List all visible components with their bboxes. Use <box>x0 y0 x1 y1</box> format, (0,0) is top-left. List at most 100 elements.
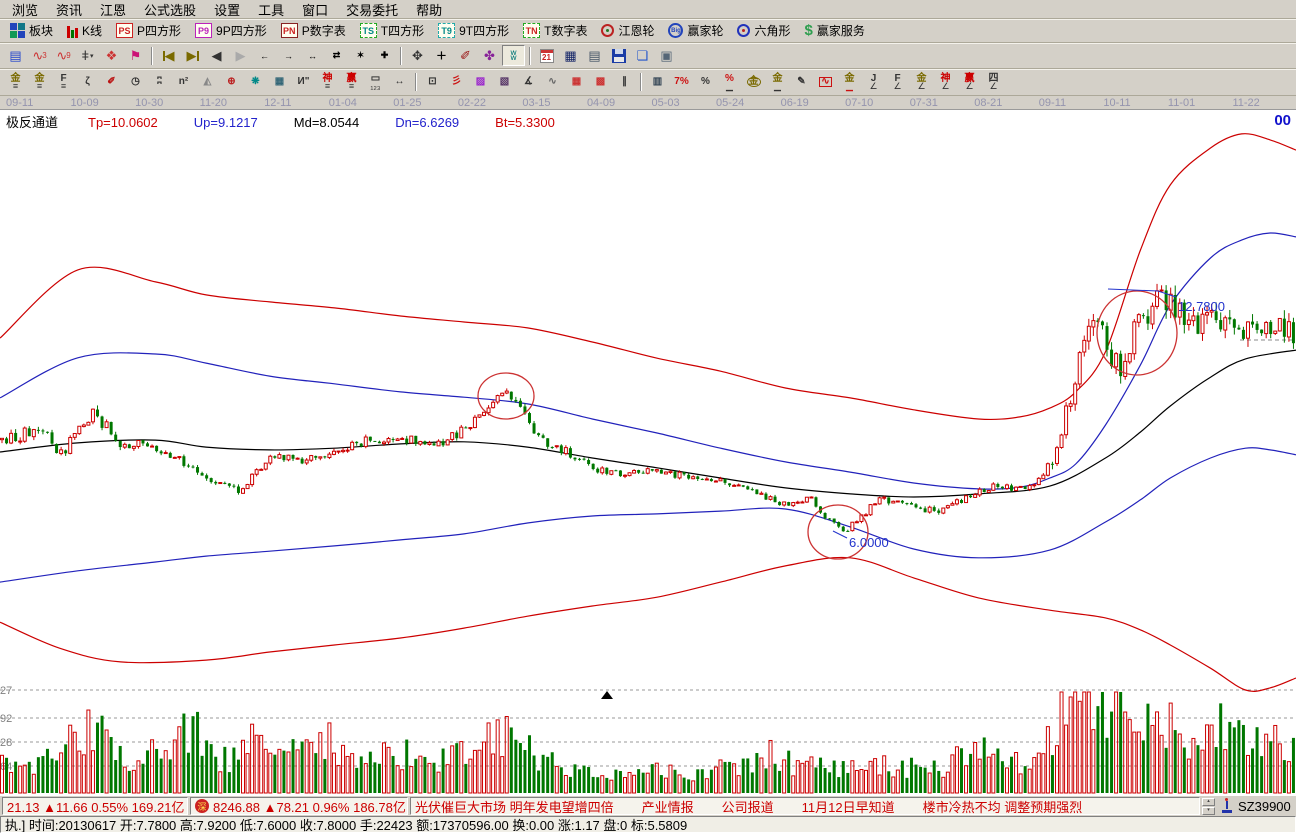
angle-f-icon[interactable]: F∠ <box>886 72 909 93</box>
menu-item-7[interactable]: 窗口 <box>293 0 337 20</box>
menu-item-5[interactable]: 设置 <box>205 0 249 20</box>
kline-chart[interactable]: 2792286412.78006.0000 <box>0 110 1296 795</box>
angle-si-icon[interactable]: 四∠ <box>982 72 1005 93</box>
angle-j-icon[interactable]: J∠ <box>862 72 885 93</box>
angle-line-icon[interactable]: ∡ <box>517 72 540 93</box>
menu-item-4[interactable]: 公式选股 <box>135 0 205 20</box>
price-panel-icon[interactable]: ▥ <box>646 72 669 93</box>
n-wave-icon[interactable]: И" <box>292 72 315 93</box>
pattern-search-icon[interactable]: ❖ <box>100 45 123 66</box>
zoom-out-x-icon[interactable]: ↔ <box>301 45 324 66</box>
percent-line-icon[interactable]: %▁ <box>718 72 741 93</box>
news-link[interactable]: 光伏催巨大市场 明年发电望增四倍 <box>415 797 614 815</box>
calendar-icon[interactable]: 21 <box>535 45 558 66</box>
gann-grid-icon[interactable]: ▦ <box>565 72 588 93</box>
golden-section-2-icon[interactable]: 金≡ <box>28 72 51 93</box>
menu-item-8[interactable]: 交易委托 <box>337 0 407 20</box>
brush-icon[interactable]: ✐ <box>100 72 123 93</box>
drag-hand-icon[interactable]: ✥ <box>406 45 429 66</box>
span-arrow-icon[interactable]: ↔ <box>388 72 411 93</box>
news-link[interactable]: 11月12日早知道 <box>802 797 895 815</box>
menu-item-9[interactable]: 帮助 <box>407 0 451 20</box>
info-panel-icon[interactable]: ▤ <box>4 45 27 66</box>
next-page-icon[interactable]: ▶ <box>229 45 252 66</box>
ying-ruler-icon[interactable]: 赢≡ <box>340 72 363 93</box>
spinner-up-button[interactable]: ▴ <box>1202 798 1215 806</box>
gann-wheel-icon <box>601 24 614 37</box>
zoom-in-x-icon[interactable]: ⇄ <box>325 45 348 66</box>
angle-gold-icon[interactable]: 金∠ <box>910 72 933 93</box>
zoom-fit-icon[interactable]: ✚ <box>373 45 396 66</box>
svg-text:92: 92 <box>0 713 12 725</box>
menu-item-3[interactable]: 江恩 <box>91 0 135 20</box>
calculator-icon[interactable]: ▦ <box>559 45 582 66</box>
news-link[interactable]: 产业情报 <box>642 797 694 815</box>
toolbar-button-winner-wheel[interactable]: Big赢家轮 <box>663 20 728 41</box>
fan-box-icon[interactable]: ▨ <box>469 72 492 93</box>
news-link[interactable]: 公司报道 <box>722 797 774 815</box>
angle-shen-icon[interactable]: 神∠ <box>934 72 957 93</box>
toolbar-button-blocks[interactable]: 板块 <box>5 20 58 41</box>
mirror-line-icon[interactable]: ◭ <box>196 72 219 93</box>
toolbar-button-kline[interactable]: K线 <box>62 20 107 41</box>
first-page-icon[interactable]: ◀ <box>157 45 180 66</box>
shen-ruler-icon[interactable]: 神≡ <box>316 72 339 93</box>
toolbar-button-hexagon[interactable]: 六角形 <box>732 20 795 41</box>
candle-type-icon[interactable]: ǂ▾ <box>76 45 99 66</box>
golden-underline-icon[interactable]: 金▁ <box>838 72 861 93</box>
prev-page-icon[interactable]: ◀ <box>205 45 228 66</box>
spinner-down-button[interactable]: ▾ <box>1202 807 1215 815</box>
toolbar-button-9t-square[interactable]: T99T四方形 <box>433 20 514 41</box>
wave-3-icon[interactable]: ∿3 <box>28 45 51 66</box>
toolbar-button-t-digit-table[interactable]: TNT数字表 <box>518 20 592 41</box>
shift-right-icon[interactable]: → <box>277 45 300 66</box>
zigzag-icon[interactable]: ∿ <box>541 72 564 93</box>
toolbar-button-winner-service[interactable]: $赢家服务 <box>800 20 870 41</box>
wave-9-icon[interactable]: ∿9 <box>52 45 75 66</box>
rect-select-icon[interactable]: ⊡ <box>421 72 444 93</box>
parallel-lines-icon[interactable]: ∥ <box>613 72 636 93</box>
gann-tool-icon[interactable]: ✤ <box>478 45 501 66</box>
golden-lines-icon[interactable]: 金▁ <box>766 72 789 93</box>
toolbar-button-9p-square[interactable]: P99P四方形 <box>190 20 272 41</box>
toolbar-button-gann-wheel[interactable]: 江恩轮 <box>596 20 659 41</box>
box-grid-icon[interactable]: ▦ <box>268 72 291 93</box>
export-image-icon[interactable]: ❏ <box>631 45 654 66</box>
zoom-all-icon[interactable]: ✶ <box>349 45 372 66</box>
shift-left-icon[interactable]: ← <box>253 45 276 66</box>
angle-measure-icon[interactable]: ✐ <box>454 45 477 66</box>
save-icon[interactable] <box>607 45 630 66</box>
menu-item-6[interactable]: 工具 <box>249 0 293 20</box>
toolbar-button-p-square[interactable]: PSP四方形 <box>111 20 186 41</box>
notepad-icon[interactable]: ▤ <box>583 45 606 66</box>
news-link[interactable]: 楼市冷热不均 调整预期强烈 <box>923 797 1083 815</box>
percent-7-icon[interactable]: 7% <box>670 72 693 93</box>
angle-ying-icon[interactable]: 赢∠ <box>958 72 981 93</box>
golden-circle-icon[interactable]: 金 <box>742 72 765 93</box>
menu-item-2[interactable]: 资讯 <box>47 0 91 20</box>
cycle-circle-icon[interactable]: ◷ <box>124 72 147 93</box>
fib-lines-icon[interactable]: F≡ <box>52 72 75 93</box>
toolbar-button-p-digit-table[interactable]: PNP数字表 <box>276 20 351 41</box>
circle-center-icon[interactable]: ⊕ <box>220 72 243 93</box>
star-grid-icon[interactable]: ❋ <box>244 72 267 93</box>
fan-box-2-icon[interactable]: ▧ <box>493 72 516 93</box>
smart-analysis-icon[interactable]: ʬ <box>502 45 525 66</box>
wave-box-icon[interactable]: ∿ <box>814 72 837 93</box>
last-page-icon[interactable]: ▶ <box>181 45 204 66</box>
golden-section-icon[interactable]: 金≡ <box>4 72 27 93</box>
print-icon[interactable]: ▣ <box>655 45 678 66</box>
gann-grid-2-icon[interactable]: ▩ <box>589 72 612 93</box>
percent-icon[interactable]: % <box>694 72 717 93</box>
time-ruler-icon[interactable]: ʭ <box>148 72 171 93</box>
gann-fan-icon[interactable]: 彡 <box>445 72 468 93</box>
spiral-icon[interactable]: ζ <box>76 72 99 93</box>
crosshair-icon[interactable]: + <box>430 45 453 66</box>
n-square-icon[interactable]: n² <box>172 72 195 93</box>
ruler-123-icon[interactable]: ▭₁₂₃ <box>364 72 387 93</box>
chart-area: 极反通道Tp=10.0602Up=9.1217Md=8.0544Dn=6.626… <box>0 110 1296 795</box>
mark-pen-icon[interactable]: ✎ <box>790 72 813 93</box>
menu-item-1[interactable]: 浏览 <box>3 0 47 20</box>
toolbar-button-t-square[interactable]: TST四方形 <box>355 20 429 41</box>
flag-stats-icon[interactable]: ⚑ <box>124 45 147 66</box>
